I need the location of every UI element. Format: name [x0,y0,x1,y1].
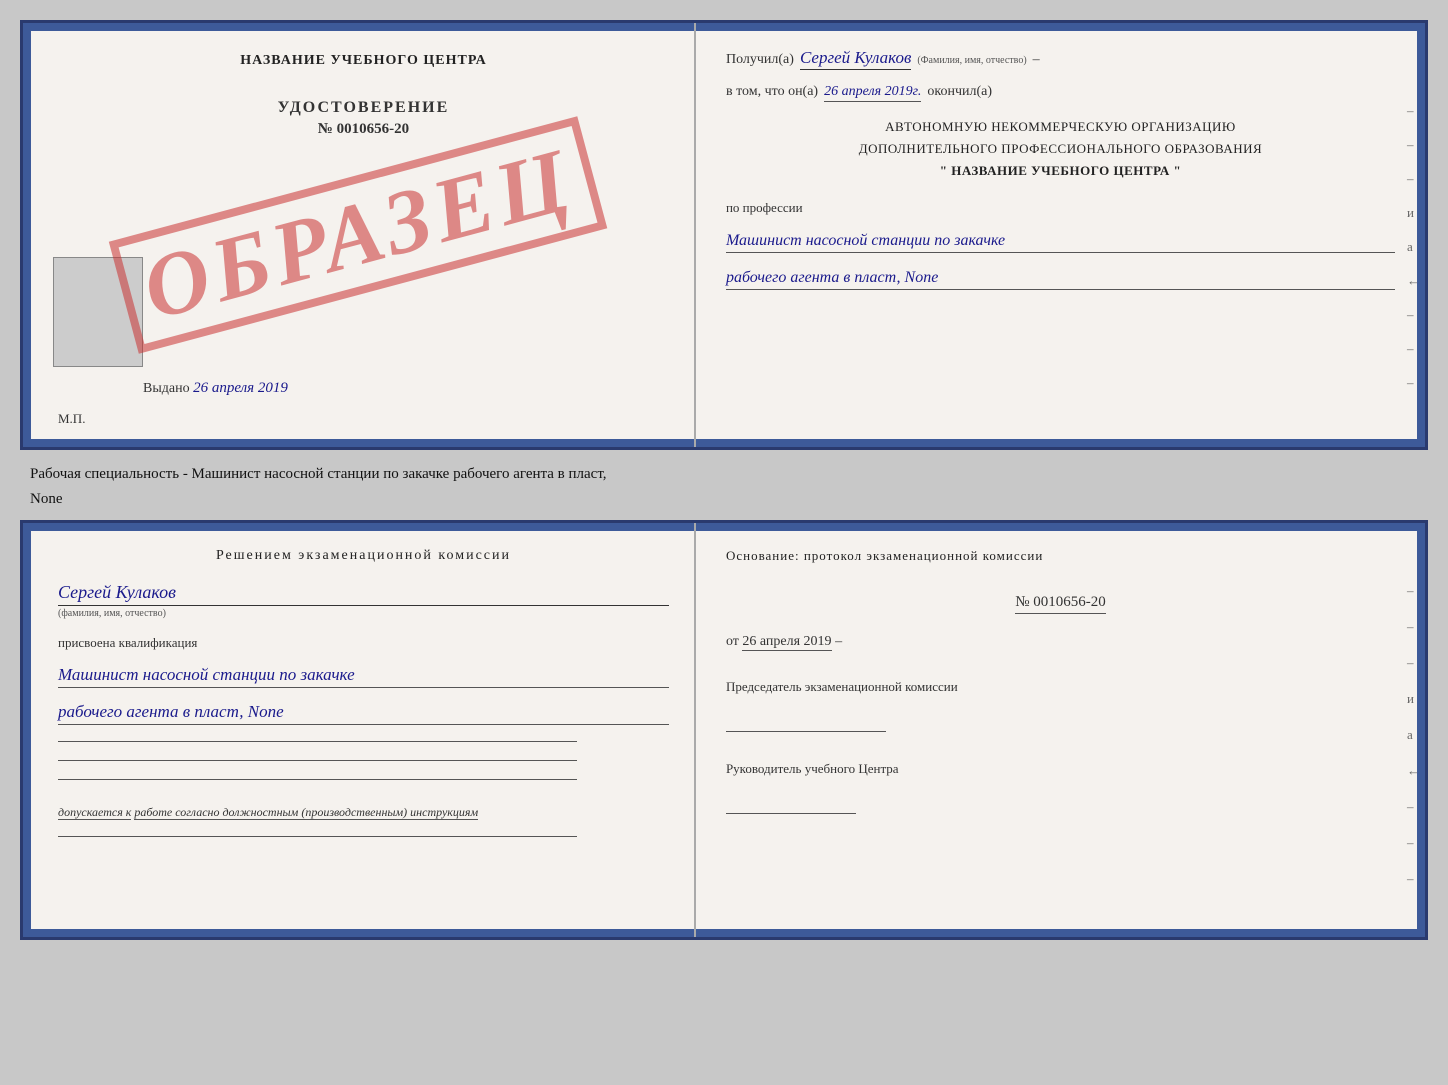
obrazec-stamp: ОБРАЗЕЦ [109,116,607,354]
v-tom-label: в том, что он(а) [726,84,818,100]
udostoverenie-block: УДОСТОВЕРЕНИЕ № 0010656-20 [278,99,450,138]
side-dashes-bottom: – – – и а ← – – – [1407,583,1420,887]
ot-date: 26 апреля 2019 [742,634,831,651]
komissia-name-block: Сергей Кулаков (фамилия, имя, отчество) [58,574,669,619]
rukovoditel-block: Руководитель учебного Центра [726,759,1395,814]
cert-bottom-left: Решением экзаменационной комиссии Сергей… [23,523,696,937]
udostoverenie-title: УДОСТОВЕРЕНИЕ [278,99,450,117]
cert-top-title: НАЗВАНИЕ УЧЕБНОГО ЦЕНТРА [240,53,486,69]
okonchil-label: окончил(а) [927,84,992,100]
certificate-bottom: Решением экзаменационной комиссии Сергей… [20,520,1428,940]
vydano-label: Выдано [143,381,190,396]
osnov-title: Основание: протокол экзаменационной коми… [726,548,1395,564]
poluchil-dash: – [1033,52,1040,68]
dopuskaetsya-label: допускается к [58,805,131,820]
poluchil-name: Сергей Кулаков [800,48,911,70]
prisvoena-text: присвоена квалификация [58,635,669,651]
komissia-sub: (фамилия, имя, отчество) [58,608,669,619]
photo-placeholder [53,257,143,367]
poluchil-label: Получил(а) [726,52,794,68]
profession-line1: Машинист насосной станции по закачке [726,232,1395,253]
vydano-date: 26 апреля 2019 [193,380,288,396]
label-between: Рабочая специальность - Машинист насосно… [20,460,1428,485]
cert-bottom-right: Основание: протокол экзаменационной коми… [696,523,1425,937]
qual-line1: Машинист насосной станции по закачке [58,665,669,688]
org-block: АВТОНОМНУЮ НЕКОММЕРЧЕСКУЮ ОРГАНИЗАЦИЮ ДО… [726,116,1395,182]
page-wrapper: НАЗВАНИЕ УЧЕБНОГО ЦЕНТРА ОБРАЗЕЦ УДОСТОВ… [20,20,1428,940]
rukovoditel-label: Руководитель учебного Центра [726,759,1395,780]
vydano-line: Выдано 26 апреля 2019 [143,380,288,397]
profession-line2: рабочего агента в пласт, None [726,269,1395,290]
poluchil-line: Получил(а) Сергей Кулаков (Фамилия, имя,… [726,48,1395,70]
org-line2: ДОПОЛНИТЕЛЬНОГО ПРОФЕССИОНАЛЬНОГО ОБРАЗО… [726,138,1395,160]
udostoverenie-number: № 0010656-20 [278,121,450,138]
resheniem-title: Решением экзаменационной комиссии [58,548,669,564]
certificate-top: НАЗВАНИЕ УЧЕБНОГО ЦЕНТРА ОБРАЗЕЦ УДОСТОВ… [20,20,1428,450]
mp-label: М.П. [58,411,85,427]
v-tom-line: в том, что он(а) 26 апреля 2019г. окончи… [726,84,1395,102]
predsedatel-block: Председатель экзаменационной комиссии [726,677,1395,732]
komissia-name: Сергей Кулаков [58,582,669,606]
org-line1: АВТОНОМНУЮ НЕКОММЕРЧЕСКУЮ ОРГАНИЗАЦИЮ [726,116,1395,138]
v-tom-date: 26 апреля 2019г. [824,84,921,102]
label-between2: None [20,485,1428,510]
cert-top-right: Получил(а) Сергей Кулаков (Фамилия, имя,… [696,23,1425,447]
dopuskaetsya-block: допускается к работе согласно должностны… [58,805,669,820]
ot-date-line: от 26 апреля 2019 – [726,634,1395,650]
cert-top-left: НАЗВАНИЕ УЧЕБНОГО ЦЕНТРА ОБРАЗЕЦ УДОСТОВ… [23,23,696,447]
protocol-number: № 0010656-20 [1015,594,1106,614]
ot-label: от [726,634,739,649]
familiya-label-top: (Фамилия, имя, отчество) [917,55,1026,66]
qual-line2: рабочего агента в пласт, None [58,702,669,725]
org-name: " НАЗВАНИЕ УЧЕБНОГО ЦЕНТРА " [726,160,1395,182]
dopuskaetsya-value: работе согласно должностным (производств… [134,805,478,820]
side-dashes-top: – – – и а ← – – – [1407,103,1420,391]
po-professii-label: по профессии [726,200,1395,216]
label-between-wrapper: Рабочая специальность - Машинист насосно… [20,460,1428,510]
predsedatel-label: Председатель экзаменационной комиссии [726,677,1395,698]
